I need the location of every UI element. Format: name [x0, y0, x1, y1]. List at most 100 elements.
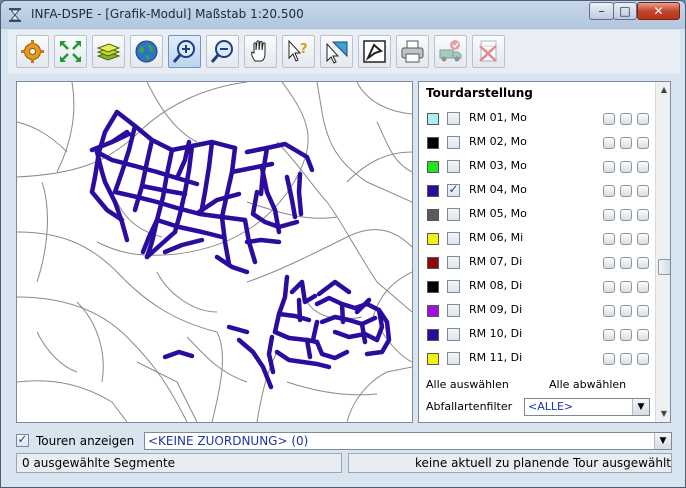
tour-option-button-2[interactable]: [620, 209, 632, 221]
settings-button[interactable]: [16, 35, 49, 68]
tour-row[interactable]: RM 10, Di: [419, 323, 655, 347]
tour-option-button-3[interactable]: [637, 209, 649, 221]
tour-option-button-1[interactable]: [603, 161, 615, 173]
tour-label: RM 03, Mo: [469, 159, 527, 172]
fit-extent-button[interactable]: [54, 35, 87, 68]
tour-row[interactable]: ✓ RM 04, Mo: [419, 179, 655, 203]
tour-visible-checkbox[interactable]: ✓: [447, 182, 460, 197]
waste-type-filter-select[interactable]: <ALLE> ▼: [524, 398, 650, 416]
tour-option-button-1[interactable]: [603, 233, 615, 245]
deselect-all-link[interactable]: Alle abwählen: [549, 378, 626, 391]
tour-row[interactable]: RM 06, Mi: [419, 227, 655, 251]
tour-visible-checkbox[interactable]: [447, 232, 460, 245]
tour-option-button-1[interactable]: [603, 329, 615, 341]
tour-visible-checkbox[interactable]: [447, 136, 460, 149]
tour-option-button-1[interactable]: [603, 353, 615, 365]
map-view[interactable]: [16, 81, 413, 423]
tour-option-button-3[interactable]: [637, 257, 649, 269]
tour-visible-checkbox[interactable]: [447, 112, 460, 125]
tour-color-swatch[interactable]: [427, 137, 439, 149]
close-button[interactable]: ✕: [637, 2, 680, 20]
tour-option-button-2[interactable]: [620, 137, 632, 149]
tour-color-swatch[interactable]: [427, 233, 439, 245]
tour-visible-checkbox[interactable]: [447, 160, 460, 173]
tour-color-swatch[interactable]: [427, 281, 439, 293]
print-button[interactable]: [396, 35, 429, 68]
tour-option-button-1[interactable]: [603, 137, 615, 149]
tour-option-button-3[interactable]: [637, 137, 649, 149]
tour-visible-checkbox[interactable]: [447, 280, 460, 293]
tour-row[interactable]: RM 02, Mo: [419, 131, 655, 155]
map-canvas[interactable]: [17, 82, 412, 422]
tour-option-button-2[interactable]: [620, 329, 632, 341]
tour-option-button-1[interactable]: [603, 305, 615, 317]
tour-color-swatch[interactable]: [427, 185, 439, 197]
tour-option-button-2[interactable]: [620, 353, 632, 365]
info-button[interactable]: ?: [282, 35, 315, 68]
select-all-link[interactable]: Alle auswählen: [426, 378, 509, 391]
maximize-button[interactable]: □: [613, 2, 637, 20]
chevron-down-icon[interactable]: ▼: [632, 399, 649, 415]
tour-row[interactable]: RM 05, Mo: [419, 203, 655, 227]
tour-option-button-1[interactable]: [603, 257, 615, 269]
tour-option-button-2[interactable]: [620, 185, 632, 197]
tour-color-swatch[interactable]: [427, 209, 439, 221]
tour-option-button-2[interactable]: [620, 281, 632, 293]
tour-option-button-1[interactable]: [603, 209, 615, 221]
tour-option-button-1[interactable]: [603, 281, 615, 293]
tour-option-button-2[interactable]: [620, 233, 632, 245]
tour-row[interactable]: RM 08, Di: [419, 275, 655, 299]
area-select-button[interactable]: [358, 35, 391, 68]
tour-option-button-3[interactable]: [637, 281, 649, 293]
scroll-up-icon[interactable]: ▲: [656, 82, 670, 98]
tour-color-swatch[interactable]: [427, 353, 439, 365]
tour-color-swatch[interactable]: [427, 257, 439, 269]
assignment-select[interactable]: <KEINE ZUORDNUNG> (0) ▼: [144, 432, 672, 450]
tour-option-button-1[interactable]: [603, 185, 615, 197]
tour-option-button-2[interactable]: [620, 305, 632, 317]
tour-visible-checkbox[interactable]: [447, 352, 460, 365]
tour-visible-checkbox[interactable]: [447, 328, 460, 341]
tour-visible-checkbox[interactable]: [447, 304, 460, 317]
scroll-down-icon[interactable]: ▼: [656, 406, 670, 422]
tour-visible-checkbox[interactable]: [447, 256, 460, 269]
tour-option-button-2[interactable]: [620, 257, 632, 269]
tour-option-button-3[interactable]: [637, 113, 649, 125]
zoom-out-button[interactable]: [206, 35, 239, 68]
minimize-button[interactable]: –: [589, 2, 614, 20]
tour-row[interactable]: RM 03, Mo: [419, 155, 655, 179]
panel-scrollbar[interactable]: ▲ ▼: [655, 82, 670, 422]
tour-option-button-3[interactable]: [637, 233, 649, 245]
tour-option-button-3[interactable]: [637, 305, 649, 317]
pan-button[interactable]: [244, 35, 277, 68]
tour-option-button-1[interactable]: [603, 113, 615, 125]
chevron-down-icon[interactable]: ▼: [654, 433, 671, 449]
tour-row[interactable]: RM 01, Mo: [419, 107, 655, 131]
tour-option-button-3[interactable]: [637, 185, 649, 197]
select-button[interactable]: [320, 35, 353, 68]
tour-color-swatch[interactable]: [427, 329, 439, 341]
zoom-in-icon: [172, 40, 195, 63]
scroll-thumb[interactable]: [658, 259, 670, 275]
zoom-in-button[interactable]: [168, 35, 201, 68]
tour-option-button-3[interactable]: [637, 161, 649, 173]
tour-option-button-2[interactable]: [620, 113, 632, 125]
delete-button[interactable]: [472, 35, 505, 68]
tour-visible-checkbox[interactable]: [447, 208, 460, 221]
toolbar: ?: [8, 30, 680, 74]
zoom-out-icon: [210, 40, 233, 63]
route-button[interactable]: [434, 35, 467, 68]
tour-row[interactable]: RM 11, Di: [419, 347, 655, 371]
tour-color-swatch[interactable]: [427, 113, 439, 125]
tour-option-button-3[interactable]: [637, 353, 649, 365]
tour-row[interactable]: RM 07, Di: [419, 251, 655, 275]
tour-row[interactable]: RM 09, Di: [419, 299, 655, 323]
tour-color-swatch[interactable]: [427, 305, 439, 317]
tour-color-swatch[interactable]: [427, 161, 439, 173]
globe-button[interactable]: [130, 35, 163, 68]
tour-option-button-2[interactable]: [620, 161, 632, 173]
tour-label: RM 11, Di: [469, 351, 523, 364]
layers-button[interactable]: [92, 35, 125, 68]
tour-option-button-3[interactable]: [637, 329, 649, 341]
show-tours-checkbox[interactable]: ✓: [16, 432, 29, 447]
